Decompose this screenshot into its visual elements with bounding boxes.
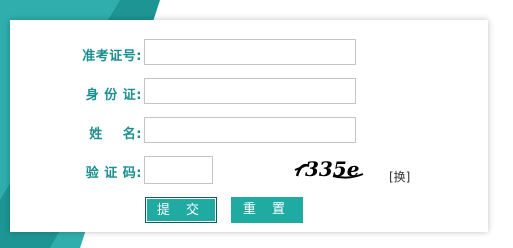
ticket-row: 准考证号: <box>10 39 488 69</box>
id-card-input[interactable] <box>144 78 356 104</box>
submit-button[interactable]: 提 交 <box>145 197 217 223</box>
ticket-number-input[interactable] <box>144 39 356 65</box>
captcha-label: 验 证 码: <box>85 166 142 181</box>
id-row: 身 份 证: <box>10 78 488 108</box>
name-label: 姓 名: <box>89 127 142 142</box>
captcha-row: 验 证 码: <box>10 156 488 186</box>
captcha-image[interactable]: 335e <box>293 156 365 182</box>
name-input[interactable] <box>144 117 356 143</box>
name-row: 姓 名: <box>10 117 488 147</box>
refresh-captcha-link[interactable]: [换] <box>389 168 410 185</box>
captcha-input[interactable] <box>144 156 213 184</box>
reset-button[interactable]: 重 置 <box>231 197 303 223</box>
ticket-label: 准考证号: <box>82 49 142 64</box>
id-label: 身 份 证: <box>85 88 142 103</box>
login-form-card: 准考证号: 身 份 证: 姓 名: 验 证 码: 335e [换] 提 交 重 … <box>10 20 488 232</box>
